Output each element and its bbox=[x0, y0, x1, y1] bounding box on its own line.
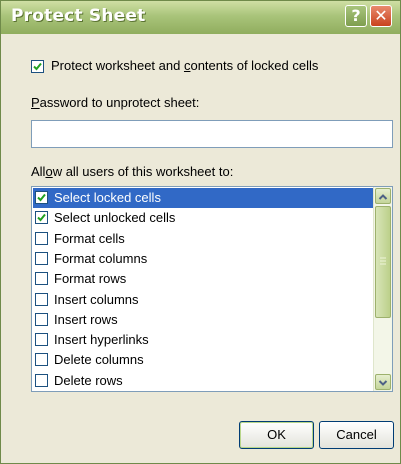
permission-checkbox[interactable] bbox=[35, 353, 48, 367]
protect-sheet-dialog: Protect Sheet ? ✕ Protect worksheet and … bbox=[0, 0, 401, 464]
permission-option[interactable]: Delete columns bbox=[33, 350, 373, 370]
password-label: Password to unprotect sheet: bbox=[31, 95, 199, 110]
permission-label: Delete rows bbox=[54, 372, 123, 388]
protect-label-prefix: Protect worksheet and bbox=[51, 58, 184, 73]
permission-checkbox[interactable] bbox=[35, 373, 48, 387]
password-input[interactable] bbox=[31, 120, 393, 148]
allow-label-prefix: All bbox=[31, 164, 46, 179]
permission-option[interactable]: Format cells bbox=[33, 229, 373, 249]
scroll-down-arrow-icon bbox=[378, 380, 388, 386]
permission-option[interactable]: Insert hyperlinks bbox=[33, 330, 373, 350]
ok-button[interactable]: OK bbox=[239, 421, 314, 449]
permission-option[interactable]: Select locked cells bbox=[33, 188, 373, 208]
permission-label: Insert columns bbox=[54, 291, 139, 307]
permission-checkbox[interactable] bbox=[35, 211, 48, 225]
permission-label: Delete columns bbox=[54, 352, 144, 368]
checkmark-icon bbox=[33, 62, 42, 71]
permission-label: Insert rows bbox=[54, 311, 118, 327]
password-label-rest: assword to unprotect sheet: bbox=[39, 95, 200, 110]
cancel-button[interactable]: Cancel bbox=[319, 421, 394, 449]
permission-checkbox[interactable] bbox=[35, 333, 48, 347]
vertical-scrollbar[interactable] bbox=[373, 187, 392, 391]
dialog-body: Protect worksheet and contents of locked… bbox=[1, 34, 400, 463]
help-button[interactable]: ? bbox=[345, 5, 367, 27]
permission-checkbox[interactable] bbox=[35, 292, 48, 306]
permission-label: Format cells bbox=[54, 230, 125, 246]
allow-users-label: Allow all users of this worksheet to: bbox=[31, 164, 233, 179]
permission-checkbox[interactable] bbox=[35, 191, 48, 204]
title-bar[interactable]: Protect Sheet ? ✕ bbox=[1, 1, 400, 34]
permission-option[interactable]: Insert columns bbox=[33, 290, 373, 310]
permission-label: Select unlocked cells bbox=[54, 210, 176, 226]
scroll-thumb[interactable] bbox=[375, 206, 391, 318]
dialog-title: Protect Sheet bbox=[11, 6, 146, 26]
scroll-up-button[interactable] bbox=[375, 188, 391, 204]
permission-option[interactable]: Delete rows bbox=[33, 371, 373, 391]
scroll-grip-icon bbox=[380, 257, 386, 265]
protect-worksheet-label[interactable]: Protect worksheet and contents of locked… bbox=[51, 58, 318, 73]
checkmark-icon bbox=[37, 193, 46, 202]
permission-option[interactable]: Select unlocked cells bbox=[33, 208, 373, 228]
permissions-list[interactable]: Select locked cells Select unlocked cells… bbox=[31, 186, 393, 392]
allow-label-suffix: w all users of this worksheet to: bbox=[52, 164, 234, 179]
permission-checkbox[interactable] bbox=[35, 231, 48, 245]
permission-checkbox[interactable] bbox=[35, 251, 48, 265]
scroll-up-arrow-icon bbox=[378, 194, 388, 200]
permission-option[interactable]: Format columns bbox=[33, 249, 373, 269]
permission-option[interactable]: Insert rows bbox=[33, 310, 373, 330]
permission-label: Format columns bbox=[54, 250, 148, 266]
permission-option[interactable]: Format rows bbox=[33, 269, 373, 289]
protect-label-suffix: ontents of locked cells bbox=[190, 58, 319, 73]
protect-worksheet-checkbox[interactable] bbox=[31, 60, 44, 73]
checkmark-icon bbox=[37, 214, 46, 222]
password-label-accesskey: P bbox=[31, 95, 40, 110]
permission-label: Select locked cells bbox=[54, 190, 161, 205]
scroll-down-button[interactable] bbox=[375, 374, 391, 390]
permission-checkbox[interactable] bbox=[35, 312, 48, 326]
permission-label: Insert hyperlinks bbox=[54, 332, 149, 348]
close-button[interactable]: ✕ bbox=[370, 5, 392, 27]
allow-label-accesskey: o bbox=[45, 164, 53, 179]
permission-label: Format rows bbox=[54, 271, 127, 287]
permission-checkbox[interactable] bbox=[35, 272, 48, 286]
